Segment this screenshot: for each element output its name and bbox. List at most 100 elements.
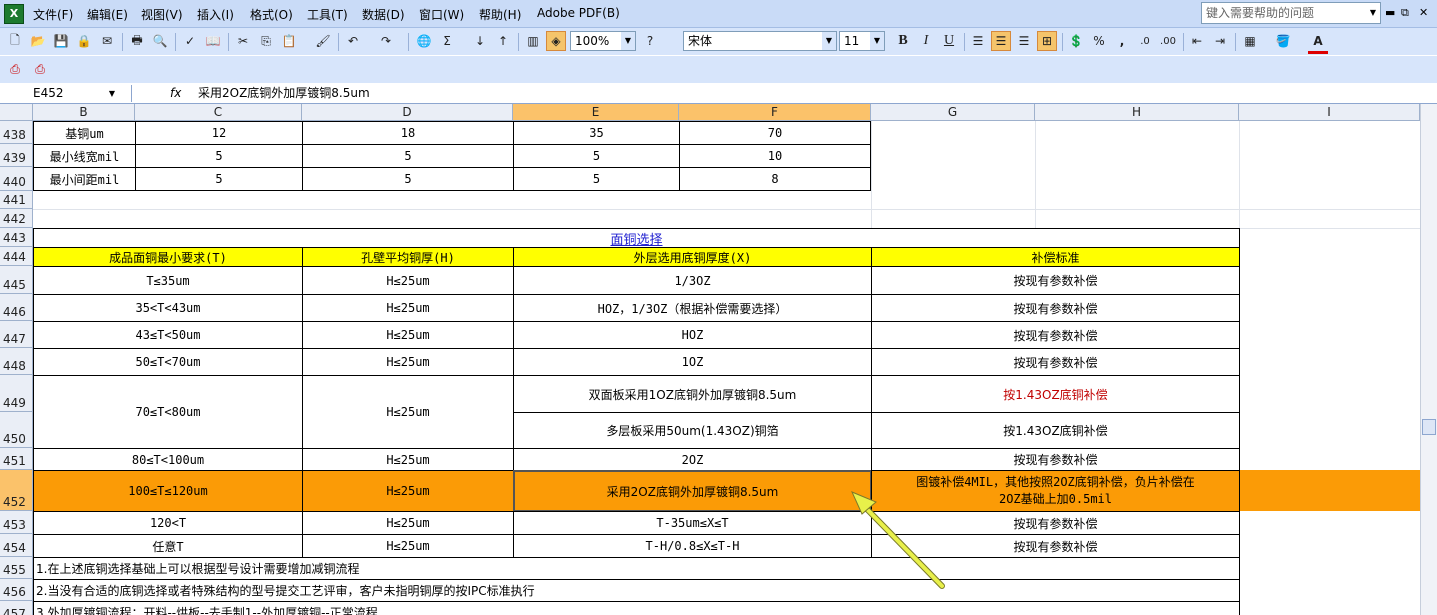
scrollbar-thumb[interactable] [1422,419,1436,435]
row-header[interactable]: 453 [0,511,33,534]
menu-edit[interactable]: 编辑(E) [87,6,128,23]
email-icon[interactable]: ✉ [97,31,117,51]
column-header-d[interactable]: D [302,104,513,121]
column-header-b[interactable]: B [33,104,135,121]
cell-f439[interactable]: 10 [679,144,871,168]
table-cell[interactable]: T≤35um [33,266,303,295]
table-cell[interactable]: H≤25um [302,348,514,376]
vertical-scrollbar[interactable] [1420,104,1437,615]
table-cell[interactable]: 2OZ [513,448,872,471]
cell-d439[interactable]: 5 [302,144,514,168]
print-preview-icon[interactable]: 🔍 [150,31,170,51]
row-header[interactable]: 441 [0,191,33,209]
font-name-select[interactable]: 宋体 ▼ [683,31,837,51]
row-header[interactable]: 439 [0,144,33,167]
row-header[interactable]: 448 [0,348,33,375]
table-cell[interactable]: H≤25um [302,448,514,471]
hyperlink-icon[interactable]: 🌐 [414,31,434,51]
table-cell[interactable]: 任意T [33,534,303,558]
table-cell[interactable]: 多层板采用50um(1.43OZ)铜箔 [513,412,872,449]
table-cell[interactable]: H≤25um [302,294,514,322]
sort-descending-icon[interactable]: ↑ [493,31,513,51]
menu-view[interactable]: 视图(V) [141,6,183,23]
table-cell[interactable]: 按现有参数补偿 [871,294,1240,322]
menu-window[interactable]: 窗口(W) [419,6,464,23]
autosum-icon[interactable]: Σ [437,31,457,51]
copy-icon[interactable]: ⎘ [256,31,276,51]
header-cell-min-surface-copper[interactable]: 成品面铜最小要求(T) [33,247,303,267]
table-cell[interactable]: H≤25um [302,321,514,349]
cell-e440[interactable]: 5 [513,167,680,191]
row-header[interactable]: 446 [0,294,33,321]
row-header[interactable]: 442 [0,209,33,228]
min-spacing-label-cell[interactable]: 最小间距mil [33,167,136,191]
chevron-down-icon[interactable]: ▼ [109,85,115,102]
row-header[interactable]: 450 [0,412,33,448]
table-cell[interactable]: H≤25um [302,266,514,295]
menu-insert[interactable]: 插入(I) [197,6,234,23]
name-box[interactable]: E452 ▼ [0,85,132,102]
row-header[interactable]: 438 [0,121,33,144]
window-minimize-button[interactable]: ▬ [1385,6,1395,19]
chevron-down-icon[interactable]: ▼ [822,32,836,50]
chevron-down-icon[interactable]: ▼ [621,32,635,50]
table-cell[interactable]: 按现有参数补偿 [871,321,1240,349]
column-header-h[interactable]: H [1035,104,1239,121]
note-cell[interactable]: 3.外加厚镀铜流程：开料--烘板--去手制1--外加厚镀铜--正常流程 [33,601,1240,615]
open-icon[interactable]: 📂 [28,31,48,51]
cell-e438[interactable]: 35 [513,121,680,145]
row-header[interactable]: 447 [0,321,33,348]
percent-button[interactable]: % [1089,31,1109,51]
row-header[interactable]: 456 [0,579,33,601]
fill-color-icon[interactable]: 🪣 [1273,31,1293,51]
row-header[interactable]: 440 [0,167,33,191]
paste-icon[interactable]: 📋 [279,31,299,51]
cell-f440[interactable]: 8 [679,167,871,191]
row-header[interactable]: 455 [0,557,33,579]
menu-help[interactable]: 帮助(H) [479,6,521,23]
table-cell-highlighted[interactable]: 100≤T≤120um [33,470,303,512]
italic-button[interactable]: I [916,31,936,51]
decrease-decimal-icon[interactable]: .00 [1158,31,1178,51]
row-header[interactable]: 449 [0,375,33,412]
zoom-select[interactable]: 100% ▼ [570,31,636,51]
column-header-f[interactable]: F [679,104,871,121]
min-line-width-label-cell[interactable]: 最小线宽mil [33,144,136,168]
format-painter-icon[interactable]: 🖌 [313,31,333,51]
convert-to-pdf-icon[interactable]: ⎙ [5,59,25,79]
table-cell[interactable]: 1/3OZ [513,266,872,295]
table-cell[interactable]: 双面板采用1OZ底铜外加厚镀铜8.5um [513,375,872,413]
table-cell-merged[interactable]: H≤25um [302,375,514,449]
row-header[interactable]: 451 [0,448,33,470]
permission-icon[interactable]: 🔒 [74,31,94,51]
redo-icon[interactable]: ↷ [376,31,396,51]
header-cell-hole-wall-copper[interactable]: 孔壁平均铜厚(H) [302,247,514,267]
align-left-icon[interactable]: ☰ [968,31,988,51]
menu-format[interactable]: 格式(O) [250,6,293,23]
menu-adobe-pdf[interactable]: Adobe PDF(B) [537,6,620,20]
help-icon[interactable]: ? [640,31,660,51]
row-header[interactable]: 454 [0,534,33,557]
cell-d438[interactable]: 18 [302,121,514,145]
cell-e439[interactable]: 5 [513,144,680,168]
align-center-icon[interactable]: ☰ [991,31,1011,51]
table-cell[interactable]: HOZ [513,321,872,349]
table-title-cell[interactable]: 面铜选择 [33,228,1240,248]
font-color-icon[interactable]: A [1308,31,1328,54]
chevron-down-icon[interactable]: ▼ [870,32,884,50]
table-cell[interactable]: 80≤T<100um [33,448,303,471]
save-icon[interactable]: 💾 [51,31,71,51]
drawing-icon[interactable]: ◈ [546,31,566,51]
table-cell[interactable]: 43≤T<50um [33,321,303,349]
chevron-down-icon[interactable]: ▼ [1366,3,1380,23]
align-right-icon[interactable]: ☰ [1014,31,1034,51]
row-header[interactable]: 443 [0,228,33,247]
row-header[interactable]: 445 [0,266,33,294]
font-size-select[interactable]: 11 ▼ [839,31,885,51]
table-cell[interactable]: 120<T [33,511,303,535]
table-cell[interactable]: T-H/0.8≤X≤T-H [513,534,872,558]
table-cell[interactable]: 按现有参数补偿 [871,348,1240,376]
header-cell-outer-base-copper[interactable]: 外层选用底铜厚度(X) [513,247,872,267]
increase-indent-icon[interactable]: ⇥ [1210,31,1230,51]
cell-c439[interactable]: 5 [135,144,303,168]
